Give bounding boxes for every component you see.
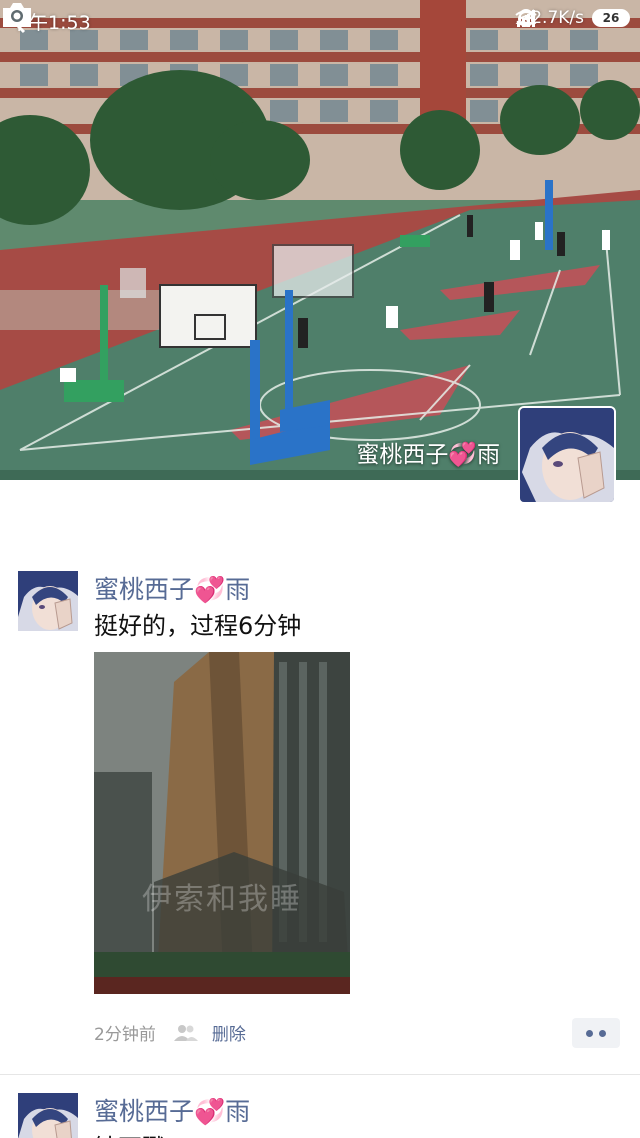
- post-time: 2分钟前: [94, 1025, 156, 1045]
- camera-button[interactable]: [0, 0, 34, 30]
- post-meta: 2分钟前 删除: [94, 1020, 246, 1045]
- post-avatar[interactable]: [18, 1093, 78, 1138]
- camera-icon: [3, 3, 31, 27]
- battery-icon: 26: [592, 9, 630, 27]
- post-text: 钻石戳: [94, 1128, 166, 1138]
- post-image-scene: [94, 652, 350, 994]
- delete-link[interactable]: 删除: [212, 1020, 246, 1045]
- post-text: 挺好的，过程6分钟: [94, 612, 302, 640]
- status-indicators: ...2.7K/s 26: [515, 8, 630, 28]
- post-image[interactable]: 伊索和我睡: [94, 652, 350, 994]
- avatar-image: [520, 408, 614, 502]
- post-author-name[interactable]: 蜜桃西子💞雨: [94, 1092, 250, 1128]
- more-dot-icon: [599, 1029, 606, 1037]
- battery-level: 26: [602, 11, 620, 25]
- post-author-name[interactable]: 蜜桃西子💞雨: [94, 570, 250, 606]
- status-bar: 下午1:53 ...2.7K/s 26: [0, 0, 640, 38]
- wifi-icon: [515, 10, 537, 27]
- cover-user-name[interactable]: 蜜桃西子💞雨: [356, 435, 500, 469]
- avatar-image: [18, 1093, 78, 1138]
- more-dot-icon: [586, 1029, 593, 1037]
- post-image-watermark: 伊索和我睡: [142, 882, 302, 917]
- more-actions-button[interactable]: [572, 1018, 620, 1048]
- post-divider: [0, 1074, 640, 1075]
- moments-page: 下午1:53 ...2.7K/s 26 蜜桃西子💞雨 蜜桃西子💞雨 挺好的，过程…: [0, 0, 640, 1138]
- cover-avatar[interactable]: [518, 406, 616, 504]
- post-avatar[interactable]: [18, 571, 78, 631]
- avatar-image: [18, 571, 78, 631]
- friends-icon: [173, 1024, 198, 1041]
